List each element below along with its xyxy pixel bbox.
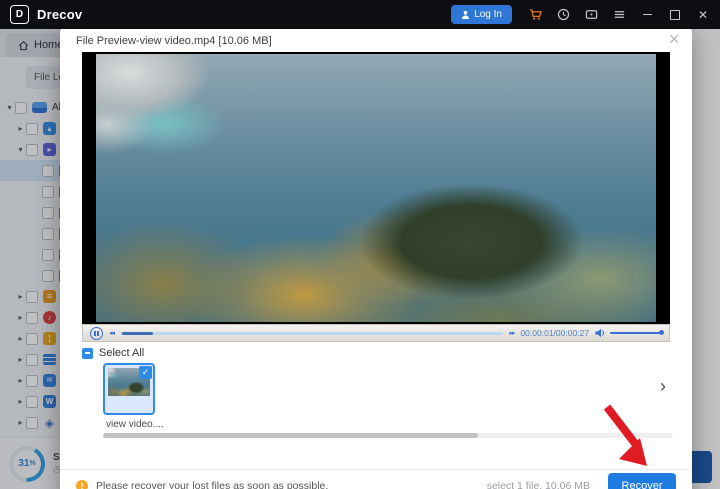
video-frame [82, 52, 670, 324]
person-icon [462, 10, 470, 19]
app-body: Home File Loca ▾All▸▴P▾▸V▸≡D▸♪A▸¦A▸D▸✉E▸… [0, 25, 720, 489]
rewind-icon[interactable]: ◂◂ [109, 329, 115, 337]
modal-footer: ! Please recover your lost files as soon… [60, 469, 692, 489]
time-display: 00:00:01/00:00:27 [520, 328, 589, 338]
file-preview-modal: File Preview-view video.mp4 [10.06 MB] ✕… [60, 25, 692, 489]
login-button[interactable]: Log In [451, 5, 512, 24]
history-icon[interactable] [556, 8, 570, 22]
seek-bar-progress [122, 331, 153, 335]
thumbnail-checkbox[interactable]: ✓ [139, 366, 152, 379]
app-name: Drecov [37, 7, 83, 22]
select-all-checkbox[interactable] [82, 347, 93, 359]
volume-control[interactable] [595, 328, 664, 338]
application-window: D Drecov Log In ✕ Home File Loca ▾ All ▸… [0, 0, 720, 489]
login-label: Log In [474, 9, 502, 20]
title-bar: D Drecov Log In ✕ [0, 0, 720, 29]
file-thumbnail[interactable]: ✓ [103, 363, 155, 415]
next-page-chevron-icon[interactable]: › [660, 377, 666, 395]
volume-slider[interactable] [610, 330, 664, 335]
seek-bar[interactable] [120, 331, 504, 335]
app-logo-icon: D [10, 5, 29, 24]
selection-summary: select 1 file, 10.06 MB [486, 480, 590, 489]
player-controls: ◂◂ ▸▸ 00:00:01/00:00:27 [82, 324, 670, 342]
fast-forward-icon[interactable]: ▸▸ [509, 329, 515, 337]
cart-icon[interactable] [528, 8, 542, 22]
horizontal-scrollbar [103, 433, 673, 438]
menu-icon[interactable] [612, 8, 626, 22]
maximize-button[interactable] [668, 8, 682, 22]
pause-button[interactable] [90, 326, 103, 340]
close-button[interactable]: ✕ [696, 8, 710, 22]
warning-icon: ! [76, 480, 88, 489]
speaker-icon [595, 328, 604, 338]
message-icon[interactable] [584, 8, 598, 22]
select-all-label: Select All [99, 347, 145, 359]
video-still-image [96, 54, 656, 322]
modal-title: File Preview-view video.mp4 [10.06 MB] [76, 35, 272, 47]
select-all-row[interactable]: Select All [82, 347, 144, 359]
horizontal-scrollbar-thumb[interactable] [103, 433, 478, 438]
recover-button[interactable]: Recover [608, 473, 676, 489]
video-player: ◂◂ ▸▸ 00:00:01/00:00:27 [82, 52, 670, 342]
warning-text: Please recover your lost files as soon a… [96, 480, 329, 489]
minimize-button[interactable] [640, 8, 654, 22]
modal-close-icon[interactable]: ✕ [668, 31, 680, 48]
thumbnail-file-name: view video.... [106, 419, 164, 430]
